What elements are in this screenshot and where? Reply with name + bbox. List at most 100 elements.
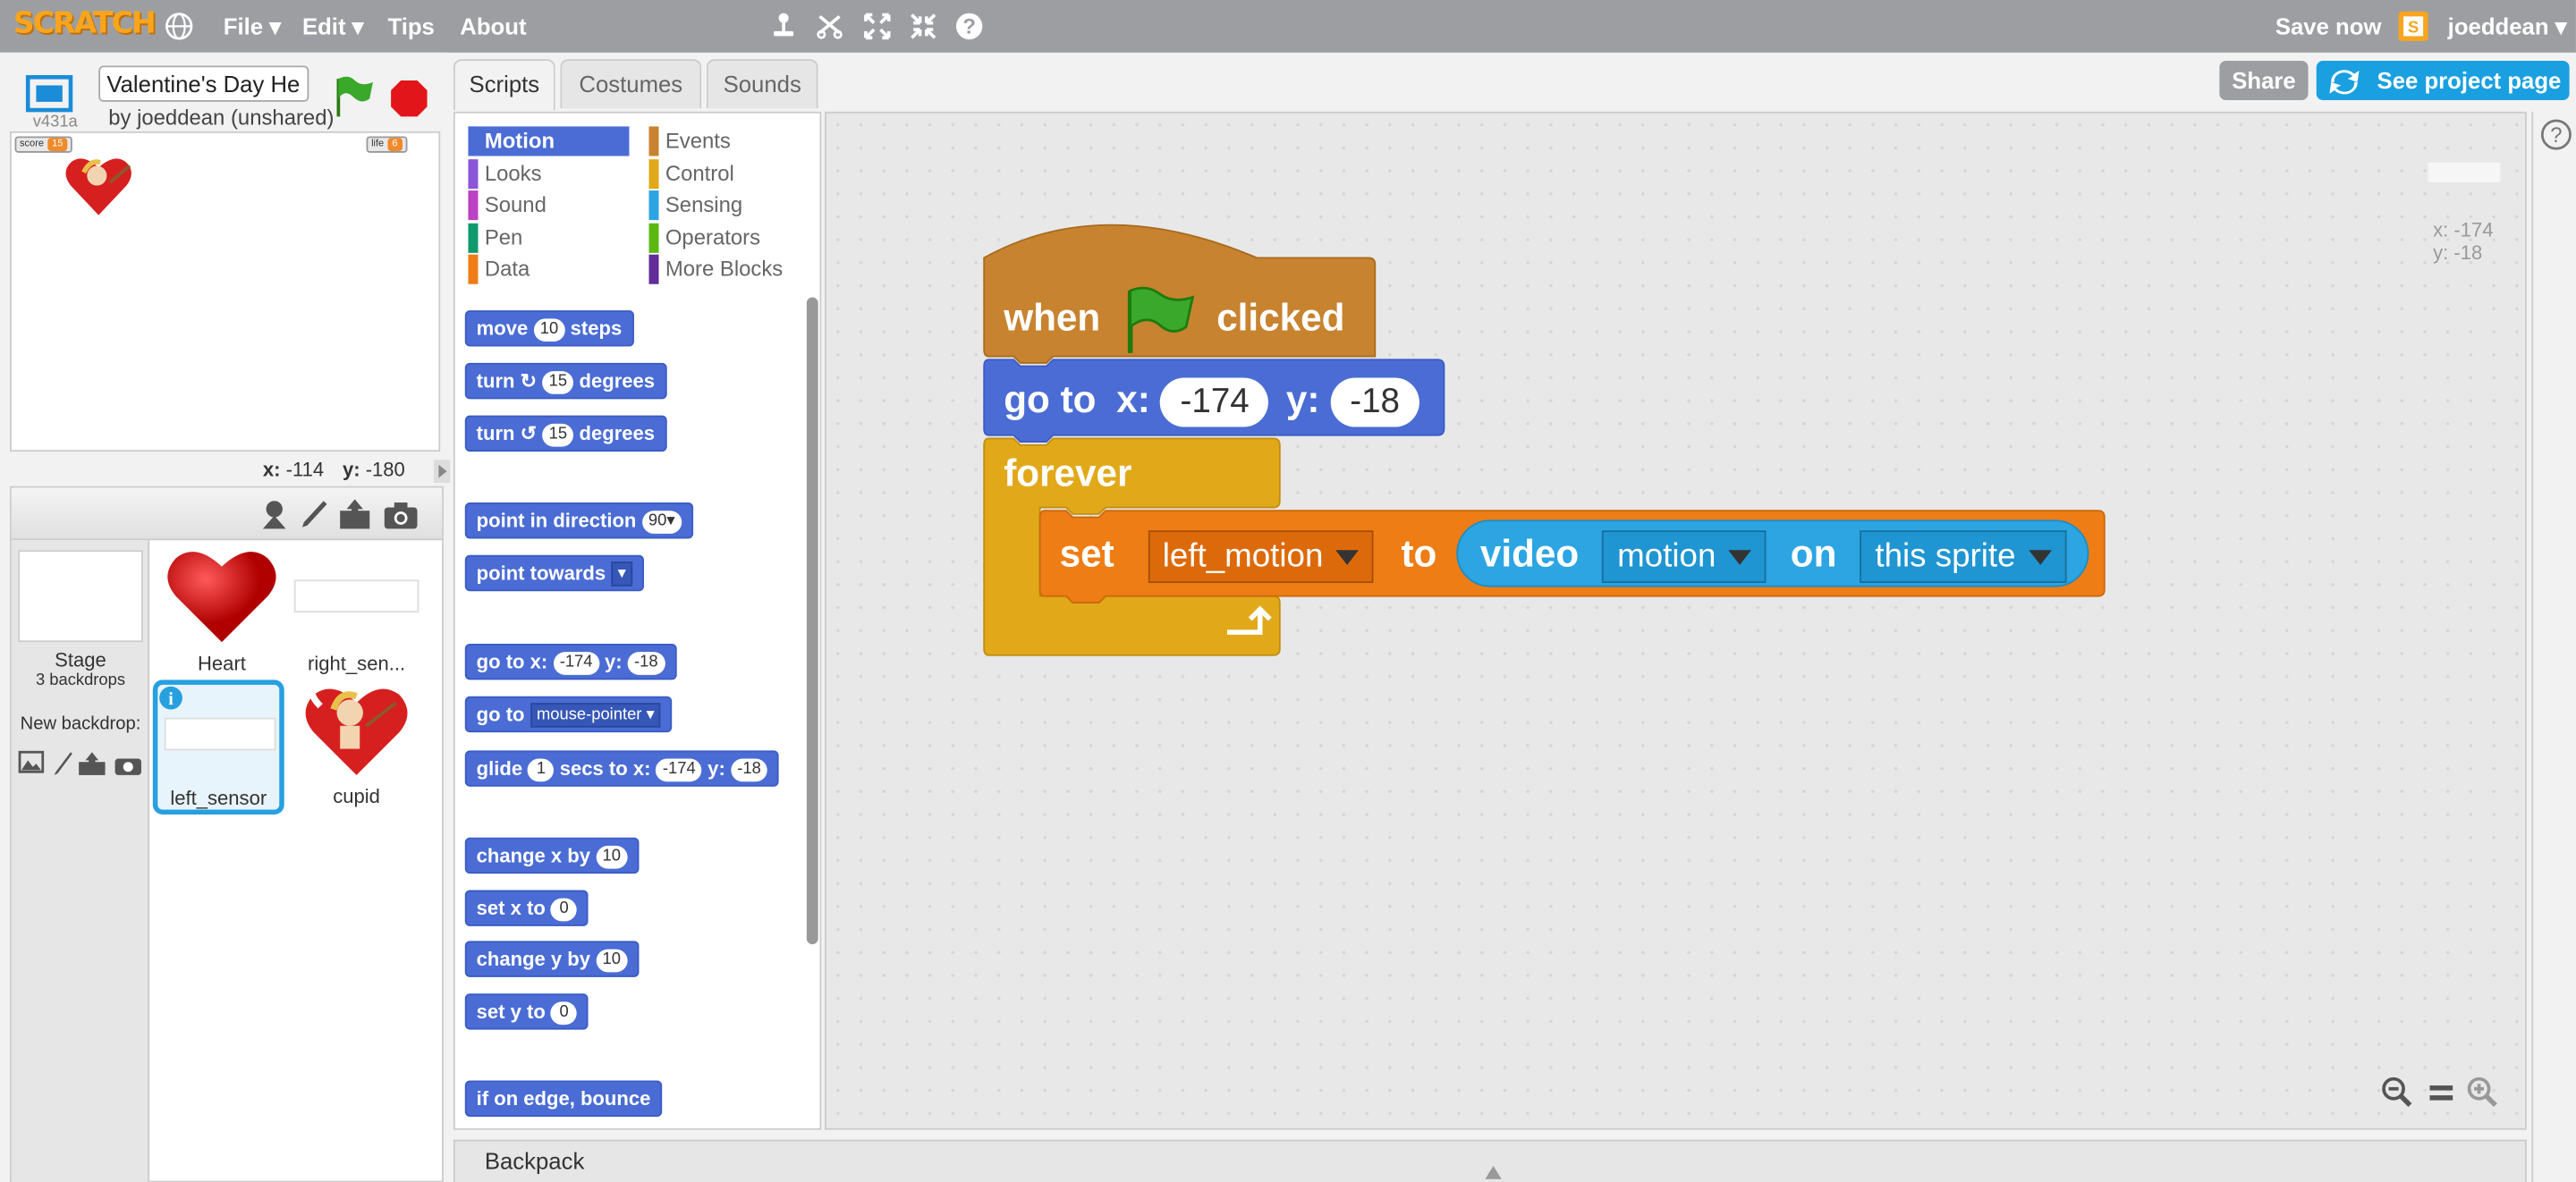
paint-new-sprite-icon[interactable] (297, 498, 330, 531)
presentation-mode-icon[interactable] (23, 72, 76, 115)
category-sensing[interactable]: Sensing (648, 190, 813, 221)
category-looks[interactable]: Looks (468, 159, 632, 190)
cupid-sprite-on-stage[interactable] (61, 153, 136, 218)
block-input[interactable]: -18 (627, 651, 665, 675)
project-title-input[interactable]: Valentine's Day He (98, 65, 309, 102)
share-button[interactable]: Share (2219, 60, 2309, 101)
tab-costumes[interactable]: Costumes (560, 59, 702, 109)
expand-backpack-arrow-icon[interactable] (1484, 1152, 1504, 1179)
sprite-heart[interactable]: Heart (156, 544, 287, 675)
zoom-in-icon[interactable] (2466, 1076, 2499, 1109)
backdrop-library-icon[interactable] (18, 750, 45, 773)
help-sidebar-tab[interactable]: ? (2531, 111, 2576, 1182)
block-input[interactable]: 15 (542, 423, 574, 447)
bounce-block[interactable]: if on edge, bounce (464, 1080, 663, 1117)
tips-help-icon[interactable]: ? (2540, 118, 2573, 151)
upload-backdrop-icon[interactable] (77, 750, 106, 776)
glide-block[interactable]: glide 1 secs to x: -174 y: -18 (464, 750, 780, 787)
video-target-dropdown[interactable]: this sprite (1860, 530, 2067, 583)
go-to-block[interactable]: go to mouse-pointer ▾ (464, 696, 673, 733)
sprite-cupid[interactable]: cupid (291, 680, 422, 815)
block-input[interactable]: 10 (596, 845, 628, 869)
sprite-right-sensor[interactable]: right_sen... (291, 544, 422, 675)
stage-column: Stage 3 backdrops New backdrop: (11, 540, 150, 1182)
block-input[interactable]: 15 (542, 370, 574, 394)
move-steps-block[interactable]: move 10 steps (464, 310, 634, 347)
clicked-text: clicked (1216, 295, 1345, 339)
menu-edit[interactable]: Edit ▾ (302, 13, 364, 41)
category-more-blocks[interactable]: More Blocks (648, 254, 813, 284)
scripts-area[interactable]: x: -174 y: -18 when clicked go to x: -17… (825, 111, 2527, 1130)
block-input[interactable]: 1 (528, 758, 555, 781)
menu-about[interactable]: About (460, 13, 526, 39)
block-text: steps (570, 317, 623, 341)
user-menu[interactable]: joeddean ▾ (2448, 13, 2567, 41)
point-in-direction-block[interactable]: point in direction 90▾ (464, 502, 693, 539)
video-attribute-dropdown[interactable]: motion (1602, 530, 1767, 583)
set-y-block[interactable]: set y to 0 (464, 993, 589, 1030)
variable-dropdown[interactable]: left_motion (1148, 530, 1375, 583)
language-globe-icon[interactable] (165, 12, 194, 41)
paint-backdrop-icon[interactable] (51, 750, 74, 776)
camera-backdrop-icon[interactable] (114, 754, 143, 777)
block-input[interactable]: 10 (533, 318, 565, 342)
block-dropdown[interactable]: mouse-pointer ▾ (530, 703, 662, 729)
category-pen[interactable]: Pen (468, 223, 632, 253)
block-dropdown[interactable]: ▾ (611, 561, 633, 587)
tab-scripts[interactable]: Scripts (453, 59, 555, 111)
block-input[interactable]: -18 (730, 758, 768, 781)
stage-thumbnail[interactable] (18, 550, 143, 643)
stage-canvas[interactable]: score 15 life 6 (10, 131, 441, 452)
block-input[interactable]: -174 (553, 651, 599, 675)
palette-scrollbar[interactable] (806, 297, 818, 945)
cut-scissors-icon[interactable] (815, 12, 844, 41)
category-control[interactable]: Control (648, 159, 813, 190)
set-text: set (1059, 532, 1114, 575)
tab-sounds[interactable]: Sounds (706, 59, 818, 109)
set-x-block[interactable]: set x to 0 (464, 890, 589, 926)
see-project-page-button[interactable]: See project page (2316, 60, 2570, 101)
menu-file[interactable]: File ▾ (224, 13, 281, 41)
choose-sprite-from-library-icon[interactable] (258, 498, 291, 531)
turn-right-block[interactable]: turn ↻ 15 degrees (464, 362, 666, 400)
collapse-stage-arrow-icon[interactable] (433, 460, 451, 483)
change-y-block[interactable]: change y by 10 (464, 941, 640, 977)
user-avatar-icon[interactable]: S (2398, 11, 2428, 41)
block-input[interactable]: 0 (550, 1001, 578, 1025)
green-flag-icon[interactable] (330, 72, 376, 118)
category-sound[interactable]: Sound (468, 190, 632, 221)
block-input[interactable]: 90▾ (641, 510, 682, 534)
scratch-logo[interactable]: SCRATCH (13, 6, 157, 41)
category-operators[interactable]: Operators (648, 223, 813, 253)
sprite-left-sensor[interactable]: i left_sensor (152, 680, 284, 815)
backpack-bar[interactable]: Backpack (453, 1139, 2527, 1182)
block-input[interactable]: -174 (656, 758, 703, 781)
block-input[interactable]: 0 (550, 898, 578, 922)
grow-icon[interactable] (862, 12, 892, 41)
shrink-icon[interactable] (909, 12, 938, 41)
point-towards-block[interactable]: point towards ▾ (464, 554, 645, 592)
help-icon[interactable]: ? (954, 12, 984, 41)
set-variable-block[interactable]: set left_motion to video motion on this … (1060, 528, 2067, 583)
when-flag-clicked-block[interactable]: when clicked (1004, 284, 1344, 357)
sprite-info-icon[interactable]: i (157, 685, 183, 711)
camera-sprite-icon[interactable] (383, 501, 419, 530)
go-to-xy-block[interactable]: go to x: -174 y: -18 (464, 643, 676, 680)
upload-sprite-icon[interactable] (337, 498, 373, 531)
stop-sign-icon[interactable] (389, 79, 428, 118)
forever-block[interactable]: forever (1004, 448, 1131, 497)
category-motion[interactable]: Motion (468, 126, 630, 156)
go-to-xy-script-block[interactable]: go to x: -174 y: -18 (1004, 373, 1420, 427)
turn-left-block[interactable]: turn ↺ 15 degrees (464, 415, 666, 452)
x-input[interactable]: -174 (1160, 377, 1269, 427)
category-data[interactable]: Data (468, 254, 632, 284)
duplicate-stamp-icon[interactable] (769, 12, 799, 41)
menu-tips[interactable]: Tips (387, 13, 434, 39)
zoom-reset-icon[interactable] (2427, 1079, 2456, 1105)
save-now-button[interactable]: Save now (2275, 13, 2382, 39)
category-events[interactable]: Events (648, 126, 813, 156)
block-input[interactable]: 10 (596, 949, 628, 973)
zoom-out-icon[interactable] (2380, 1076, 2413, 1109)
y-input[interactable]: -18 (1330, 377, 1420, 427)
change-x-block[interactable]: change x by 10 (464, 837, 640, 874)
